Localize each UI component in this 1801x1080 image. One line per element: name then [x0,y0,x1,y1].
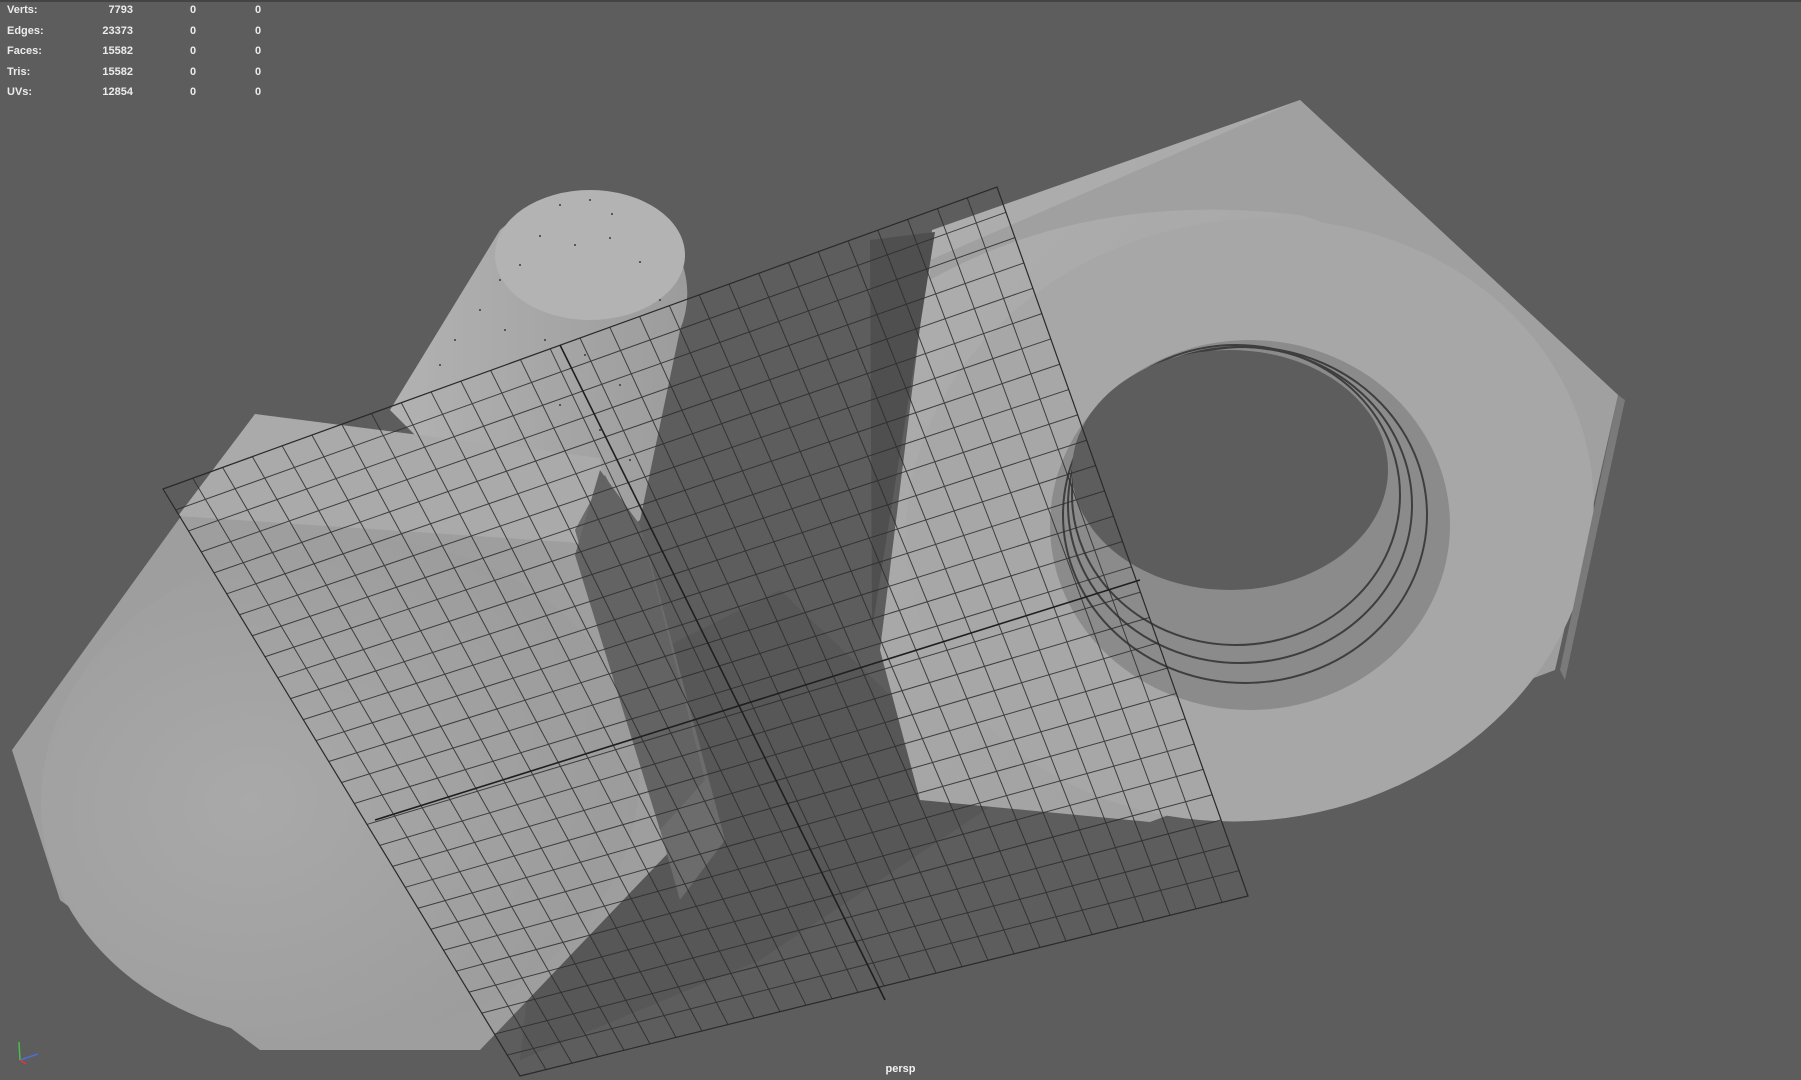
hud-total: 7793 [108,4,133,16]
hud-selected: 0 [190,65,197,78]
bolt-shaft-tip [495,190,685,320]
hud-selected: 0 [190,86,197,99]
hud-row-faces: Faces: 15582 0 0 [7,45,277,66]
hud-total: 15582 [102,65,133,78]
hud-total: 15582 [102,45,133,58]
hud-label: Verts: [7,4,38,16]
hud-components: 0 [255,65,262,78]
hud-label: Edges: [7,24,44,37]
poly-count-hud: Verts: 7793 0 0 Edges: 23373 0 0 Faces: … [7,4,277,107]
hud-row-edges: Edges: 23373 0 0 [7,25,277,46]
3d-viewport[interactable] [0,0,1801,1080]
hud-total: 12854 [102,86,133,99]
hud-row-verts: Verts: 7793 0 0 [7,4,277,25]
hud-row-uvs: UVs: 12854 0 0 [7,86,277,107]
hud-total: 23373 [102,24,133,37]
hud-selected: 0 [190,45,197,58]
axis-gizmo-icon [18,1041,39,1065]
hud-selected: 0 [190,4,197,16]
hud-components: 0 [255,86,262,99]
hud-components: 0 [255,4,262,16]
hud-components: 0 [255,24,262,37]
hud-label: UVs: [7,86,33,99]
hud-components: 0 [255,45,262,58]
hud-row-tris: Tris: 15582 0 0 [7,66,277,87]
hud-label: Faces: [7,45,42,58]
hud-label: Tris: [7,65,31,78]
hud-selected: 0 [190,24,197,37]
camera-name-label: persp [885,1063,916,1075]
nut-hole-opening [1072,350,1388,590]
